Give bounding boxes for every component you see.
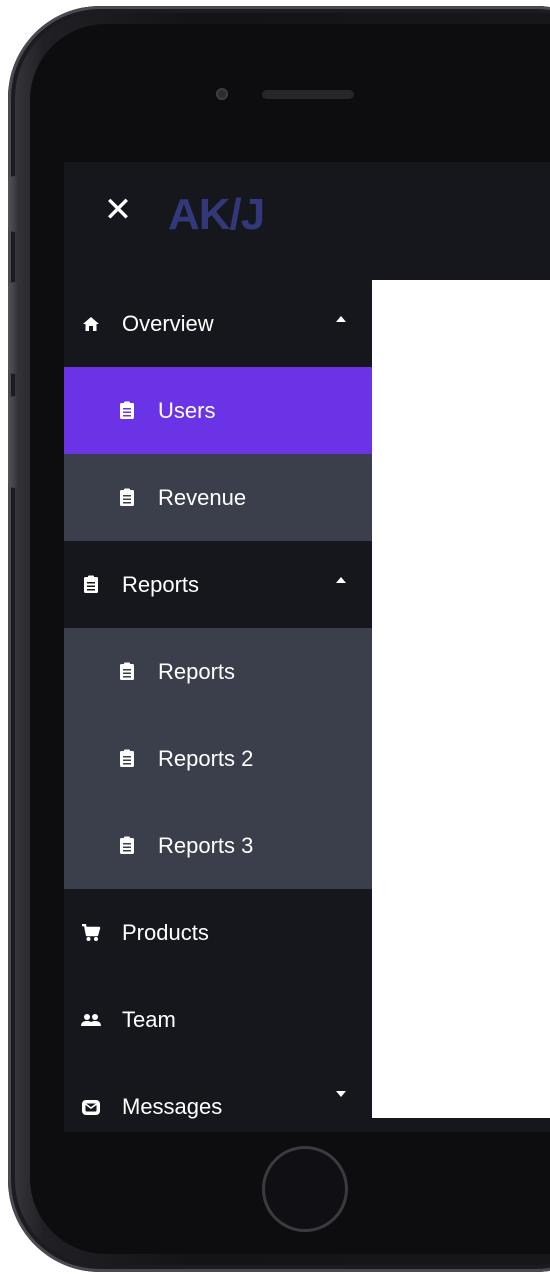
sidebar-item-reports-group[interactable]: Reports — [64, 541, 372, 628]
camera-icon — [216, 88, 228, 100]
clipboard-icon — [116, 835, 138, 857]
close-icon: ✕ — [103, 190, 133, 230]
clipboard-icon — [116, 661, 138, 683]
sidebar-item-users[interactable]: Users — [64, 367, 372, 454]
sidebar-item-label: Reports 3 — [158, 832, 254, 858]
sidebar-item-label: Reports — [158, 658, 236, 684]
sidebar-item-reports-2[interactable]: Reports 2 — [64, 715, 372, 802]
sidebar-item-messages[interactable]: Messages — [64, 1063, 372, 1132]
app-logo: AK/J — [168, 190, 265, 239]
mute-switch — [8, 176, 20, 232]
sidebar-item-revenue[interactable]: Revenue — [64, 454, 372, 541]
clipboard-icon — [116, 400, 138, 422]
caret-up-icon — [336, 577, 346, 583]
speaker-grille — [262, 90, 354, 99]
sidebar-item-reports[interactable]: Reports — [64, 628, 372, 715]
device-mockup: ✕ AK/J Overview Users Revenue Reports Re… — [0, 0, 550, 1277]
people-icon — [80, 1009, 102, 1031]
sidebar-item-label: Users — [158, 397, 216, 423]
clipboard-icon — [80, 574, 102, 596]
sidebar-item-products[interactable]: Products — [64, 889, 372, 976]
clipboard-icon — [116, 487, 138, 509]
sidebar-menu: Overview Users Revenue Reports Reports R… — [64, 280, 372, 1132]
phone-screen: ✕ AK/J Overview Users Revenue Reports Re… — [64, 162, 550, 1132]
sidebar-item-label: Revenue — [158, 484, 247, 510]
clipboard-icon — [116, 748, 138, 770]
sidebar-item-label: Products — [122, 919, 209, 945]
sidebar-item-reports-3[interactable]: Reports 3 — [64, 802, 372, 889]
volume-down-button — [8, 396, 20, 488]
home-icon — [80, 313, 102, 335]
caret-down-icon — [336, 1091, 346, 1097]
sidebar-item-label: Messages — [122, 1093, 223, 1119]
home-button[interactable] — [262, 1146, 348, 1232]
cart-icon — [80, 922, 102, 944]
caret-up-icon — [336, 316, 346, 322]
sidebar-item-label: Reports 2 — [158, 745, 254, 771]
sidebar-item-overview[interactable]: Overview — [64, 280, 372, 367]
sidebar-item-team[interactable]: Team — [64, 976, 372, 1063]
sidebar-item-label: Reports — [122, 571, 200, 597]
sidebar-header: ✕ AK/J — [64, 162, 550, 280]
main-content-area — [372, 280, 550, 1118]
volume-up-button — [8, 282, 20, 374]
sidebar-item-label: Overview — [122, 310, 214, 336]
envelope-icon — [80, 1096, 102, 1118]
close-button[interactable]: ✕ — [98, 190, 138, 230]
sidebar-item-label: Team — [122, 1006, 176, 1032]
